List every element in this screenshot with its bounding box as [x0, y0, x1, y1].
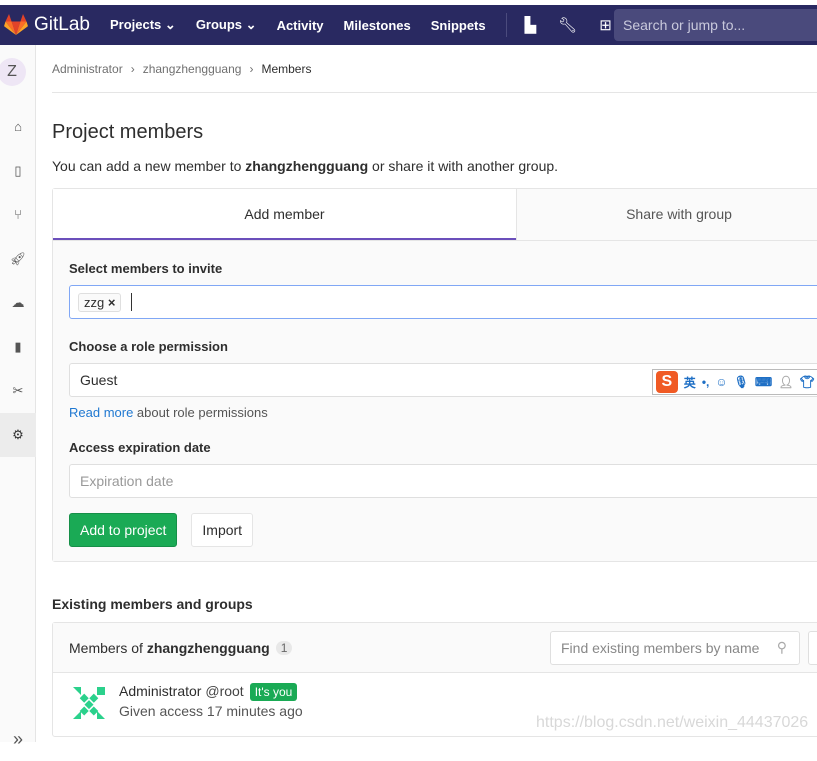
member-name[interactable]: Administrator	[119, 683, 201, 699]
nav-divider	[505, 13, 507, 37]
member-access-time: Given access 17 minutes ago	[119, 703, 303, 719]
existing-members-title: Existing members and groups	[52, 596, 253, 612]
nav-activity[interactable]: Activity	[277, 18, 324, 33]
skin-shirt-icon[interactable]: 👕︎	[799, 375, 814, 389]
role-help: Read more about role permissions	[69, 405, 268, 420]
find-members-input[interactable]: Find existing members by name ⚲	[550, 631, 800, 665]
repository-icon[interactable]: ▯	[0, 149, 36, 193]
select-members-label: Select members to invite	[69, 261, 223, 276]
sort-dropdown[interactable]	[808, 631, 817, 665]
main-content: Administrator › zhangzhengguang › Members …	[52, 45, 817, 737]
nav-groups[interactable]: Groups ⌄	[196, 17, 257, 33]
members-select-input[interactable]: zzg ×	[69, 285, 817, 319]
chevron-right-icon: ›	[249, 61, 254, 76]
user-avatar[interactable]	[69, 683, 109, 723]
breadcrumb-admin[interactable]: Administrator	[52, 62, 123, 76]
breadcrumb-current[interactable]: Members	[261, 62, 311, 76]
nav-milestones[interactable]: Milestones	[344, 18, 411, 33]
nav-projects[interactable]: Projects ⌄	[110, 17, 176, 33]
wiki-icon[interactable]: ▮	[0, 325, 36, 369]
expiration-label: Access expiration date	[69, 440, 211, 455]
members-of-heading: Members of zhangzhengguang	[69, 639, 270, 656]
home-icon[interactable]: ⌂	[0, 105, 36, 149]
merge-request-icon[interactable]: ⑂	[0, 193, 36, 237]
page-lead: You can add a new member to zhangzhenggu…	[52, 158, 559, 174]
text-caret	[131, 293, 133, 311]
role-label: Choose a role permission	[69, 339, 228, 354]
page-title: Project members	[52, 121, 204, 143]
project-sidebar: Z ⌂ ▯ ⑂ 🚀︎ ☁ ▮ ✂ ⚙ »	[0, 45, 36, 749]
brand-name: GitLab	[34, 14, 90, 35]
search-icon[interactable]: ⚲	[777, 639, 787, 656]
collapse-sidebar-icon[interactable]: »	[0, 717, 36, 761]
remove-token-icon[interactable]: ×	[108, 295, 116, 310]
gitlab-logo[interactable]: GitLab	[4, 14, 90, 36]
expiration-date-input[interactable]: Expiration date	[69, 464, 817, 498]
import-button[interactable]: Import	[191, 513, 254, 547]
member-token[interactable]: zzg ×	[78, 292, 122, 312]
ime-language[interactable]: 英	[684, 374, 696, 391]
member-username: @root	[205, 683, 244, 699]
snippets-icon[interactable]: ✂	[0, 369, 36, 413]
admin-chart-icon[interactable]: ▙	[525, 16, 537, 34]
its-you-badge: It's you	[249, 683, 298, 701]
top-navbar: GitLab Projects ⌄ Groups ⌄ Activity Mile…	[0, 5, 817, 45]
role-value: Guest	[80, 372, 118, 388]
settings-icon[interactable]: ⚙	[0, 413, 36, 457]
role-select[interactable]: Guest S 英 •, ☺ 🎙︎ ⌨ 👤︎ 👕︎ ▦	[69, 363, 817, 397]
search-input[interactable]: Search or jump to...	[614, 9, 817, 41]
user-icon[interactable]: 👤︎	[778, 375, 793, 389]
ime-punctuation[interactable]: •,	[702, 375, 710, 389]
member-count-badge: 1	[275, 640, 293, 655]
wrench-icon[interactable]: 🔧︎	[558, 16, 577, 34]
keyboard-icon[interactable]: ⌨	[755, 375, 772, 389]
breadcrumb: Administrator › zhangzhengguang › Members	[52, 45, 817, 93]
ci-cd-icon[interactable]: 🚀︎	[0, 237, 36, 281]
sogou-logo-icon[interactable]: S	[655, 371, 678, 393]
nav-snippets[interactable]: Snippets	[431, 18, 486, 33]
project-avatar[interactable]: Z	[0, 58, 26, 86]
tab-share-with-group[interactable]: Share with group	[516, 189, 817, 240]
add-member-card: Add member Share with group Select membe…	[52, 188, 817, 562]
gitlab-tanuki-icon	[4, 14, 28, 35]
add-to-project-button[interactable]: Add to project	[69, 513, 178, 547]
chevron-right-icon: ›	[130, 61, 135, 76]
tab-add-member[interactable]: Add member	[53, 189, 516, 240]
microphone-icon[interactable]: 🎙︎	[734, 375, 749, 389]
operations-icon[interactable]: ☁	[0, 281, 36, 325]
breadcrumb-project[interactable]: zhangzhengguang	[143, 62, 242, 76]
read-more-link[interactable]: Read more	[69, 405, 133, 420]
emoji-icon[interactable]: ☺	[715, 375, 727, 389]
watermark: https://blog.csdn.net/weixin_44437026	[536, 714, 809, 731]
ime-toolbar: S 英 •, ☺ 🎙︎ ⌨ 👤︎ 👕︎ ▦	[651, 369, 817, 395]
